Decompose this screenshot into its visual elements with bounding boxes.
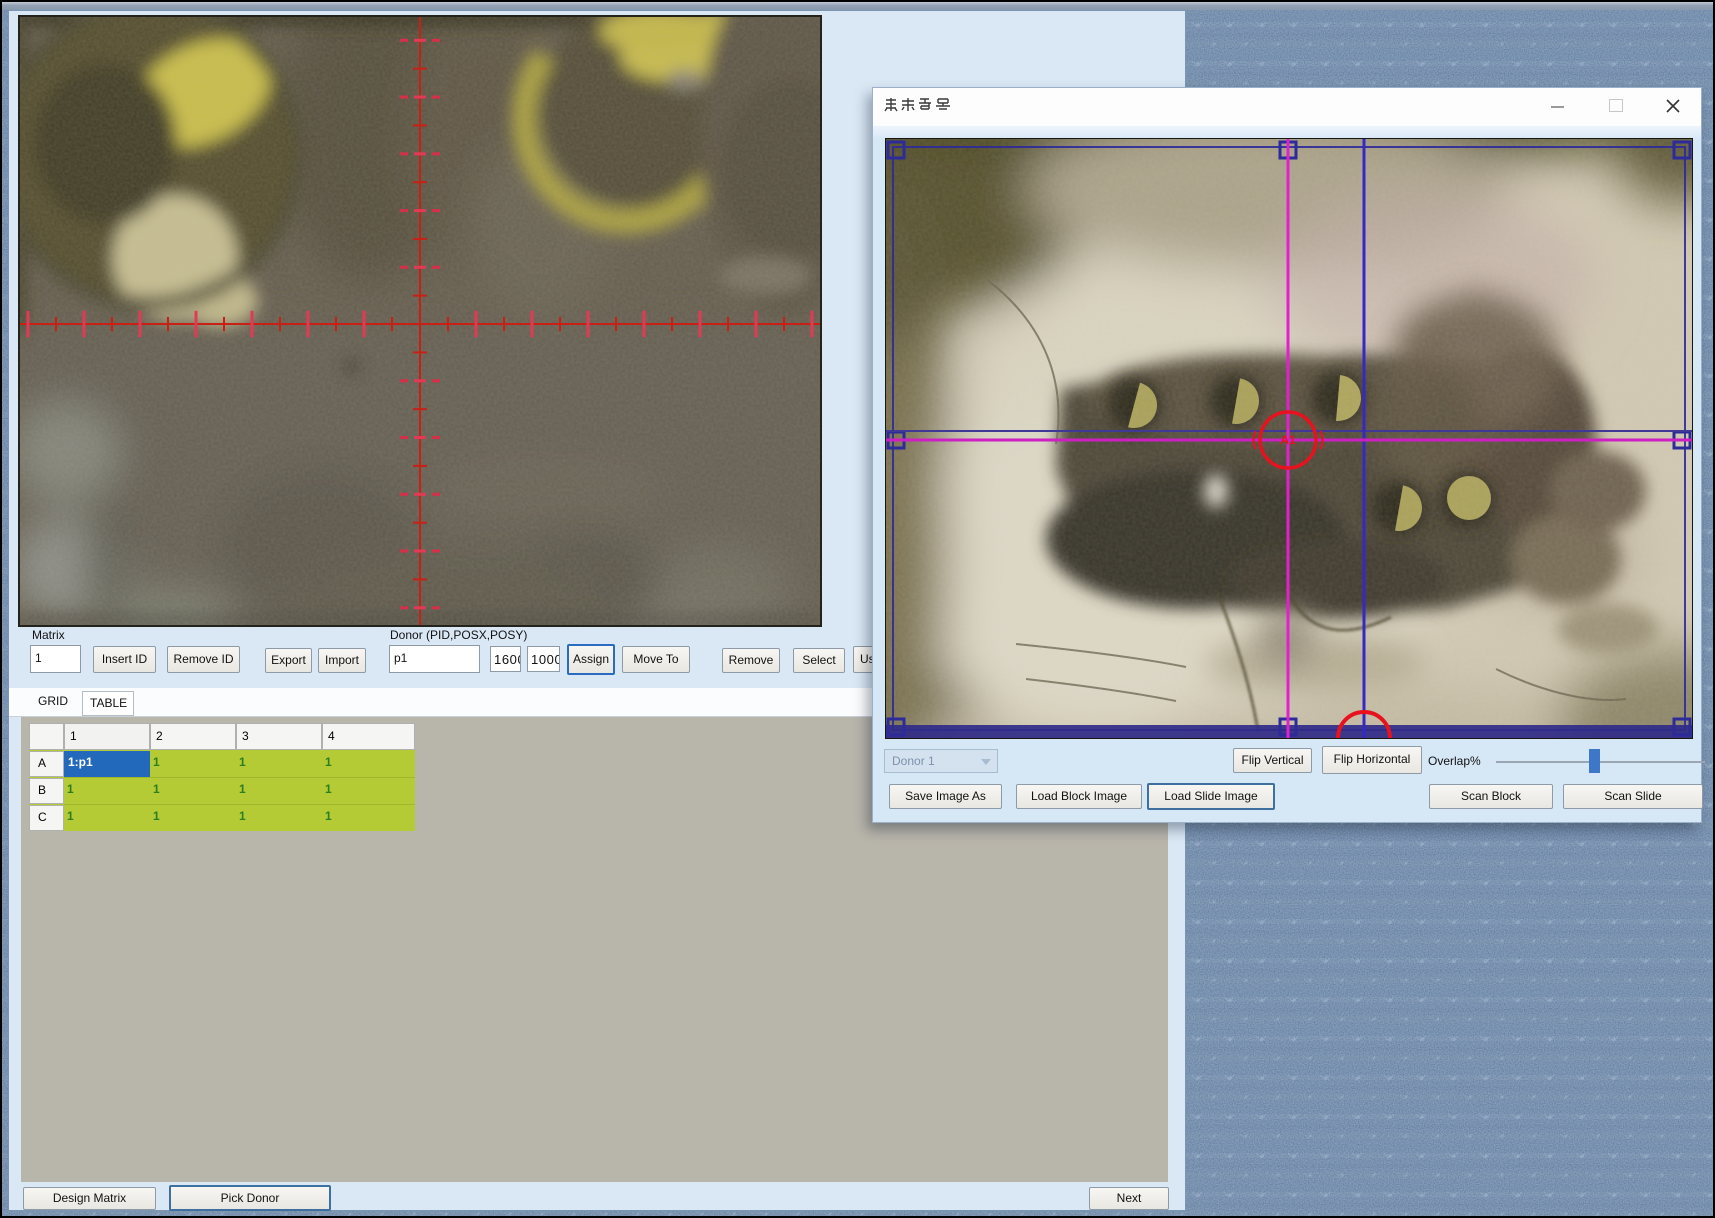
svg-text:A1: A1 [1280,433,1296,447]
